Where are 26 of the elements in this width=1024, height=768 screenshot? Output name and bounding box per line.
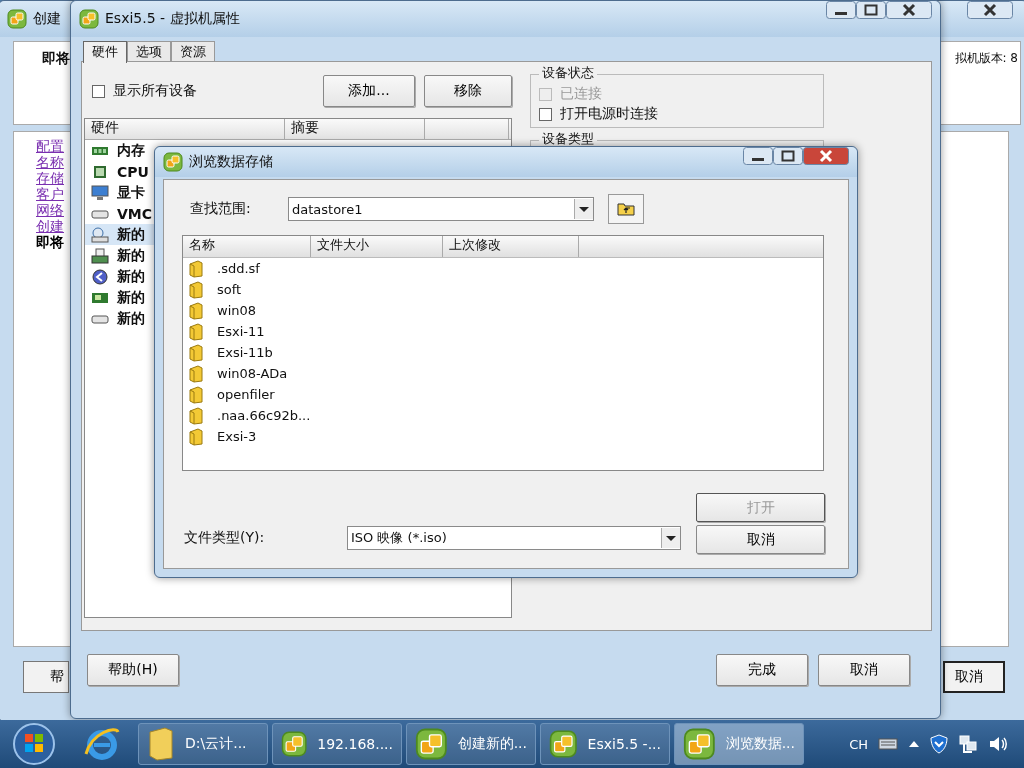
column-header: 名称 <box>183 236 311 257</box>
column-header: 上次修改 <box>443 236 579 257</box>
hardware-name: 显卡 <box>117 183 145 202</box>
column-header: 摘要 <box>285 119 425 139</box>
hardware-name: 新的 <box>117 309 145 328</box>
hardware-name: 新的 <box>117 288 145 307</box>
checkbox-label: 显示所有设备 <box>113 82 197 100</box>
hardware-name: 新的 <box>117 225 145 244</box>
checkbox-label: 已连接 <box>560 85 602 103</box>
hardware-name: VMC <box>117 205 153 222</box>
version-label: 拟机版本: 8 <box>954 50 1018 67</box>
column-header: 文件大小 <box>311 236 443 257</box>
window-title: Esxi5.5 - 虚拟机属性 <box>105 10 240 28</box>
hardware-name: 新的 <box>117 267 145 286</box>
checkbox-label: 打开电源时连接 <box>560 105 658 123</box>
hardware-name: CPU <box>117 163 149 180</box>
field-label: 查找范围: <box>190 200 252 218</box>
page-heading: 即将 <box>42 50 70 68</box>
group-title: 设备状态 <box>539 66 597 80</box>
hardware-name: 新的 <box>117 246 145 265</box>
column-header: 硬件 <box>85 119 285 139</box>
dialog-title: 浏览数据存储 <box>189 153 273 171</box>
hardware-name: 内存 <box>117 141 145 160</box>
field-label: 文件类型(Y): <box>184 529 266 547</box>
window-title: 创建 <box>33 10 61 28</box>
group-title: 设备类型 <box>539 132 597 146</box>
